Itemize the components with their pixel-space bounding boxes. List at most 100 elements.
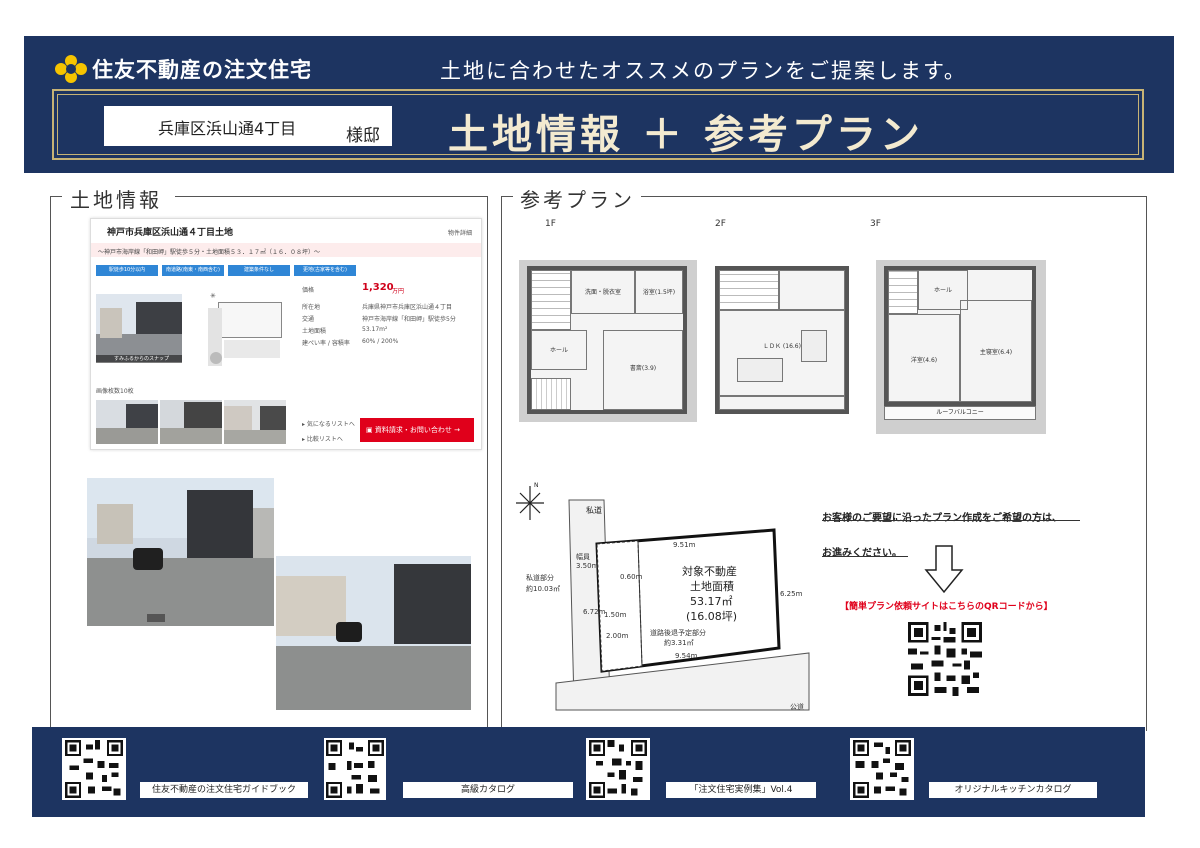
qr-code-kitchen[interactable] [853,740,911,798]
photo-caption: すみふるからのスナップ [114,356,170,362]
floorplan-3f: ホール 洋室(4.6) 主寝室(6.4) [884,266,1036,406]
dim-right: 6.25m [780,590,803,598]
detail-value-access: 神戸市海岸線「和田岬」駅徒歩5分 [362,316,456,323]
footer-label-kitchen[interactable]: オリジナルキッチンカタログ [929,782,1097,798]
floorplan-2f: ＬＤＫ (16.6) [715,266,849,414]
room-1f-bath: 浴室(1.5坪) [635,270,683,314]
compass-icon [516,486,544,520]
detail-value-ratio: 60% / 200% [362,338,399,345]
dim-setback: 0.60m [620,573,643,581]
tag-south-road: 南道路(南東・南西含む) [162,265,224,276]
gallery-label: 画像枚数10枚 [96,388,134,395]
inquiry-button-text: 資料請求・お問い合わせ [374,426,452,434]
page-title: 土地情報 ＋ 参考プラン [448,111,924,158]
dim-left: 6.72m [583,608,606,616]
site-plan: N [516,482,810,711]
detail-value-area: 53.17m² [362,326,388,333]
land-frame-top-right [175,196,488,197]
customer-suffix: 様邸 [346,126,380,146]
tag-vacant: 更地(古家等を含む) [294,265,356,276]
gallery-thumb-3[interactable] [224,400,286,444]
stair-3f [888,270,918,314]
cta-link[interactable]: 【簡単プラン依頼サイトはこちらのQRコードから】 [840,599,1053,612]
private-share-label: 私道部分 [526,574,554,582]
land-frame-top-left [50,196,62,197]
room-1f-study-label: 書斎(3.9) [629,365,657,372]
lot-title: 対象不動産 [682,565,737,578]
dim-150: 1.50m [604,611,627,619]
room-3f-western: 洋室(4.6) [888,314,960,402]
detail-key-access: 交通 [302,316,315,323]
setback-area: 約3.31㎡ [664,639,694,647]
room-3f-western-label: 洋室(4.6) [910,357,938,364]
plan-frame-top-left [501,196,513,197]
room-3f-master-label: 主寝室(6.4) [979,349,1013,356]
inquiry-button-label: ▣ 資料請求・お問い合わせ → [366,426,460,434]
sofa-2f [737,358,783,382]
balcony-2f [719,396,845,410]
lot-subtitle: 土地面積 [690,580,734,593]
lot-area-tsubo: (16.08坪) [686,610,738,623]
gallery-thumb-1[interactable] [96,400,158,444]
footer-label-examples[interactable]: 「注文住宅実例集」Vol.4 [666,782,816,798]
qr-code-plan[interactable] [908,622,982,696]
tag-station: 駅徒歩10分以内 [96,265,158,276]
qr-code-luxury[interactable] [326,740,384,798]
road-width: 3.50m [576,562,599,570]
room-3f-hall-label: ホール [933,287,952,294]
detail-value-address: 兵庫県神戸市兵庫区浜山通４丁目 [362,304,453,311]
entrance-1f [531,378,571,410]
dim-200: 2.00m [606,632,629,640]
footer-label-luxury[interactable]: 高級カタログ [403,782,573,798]
listing-main-photo[interactable] [96,294,182,362]
plan-frame-top-right [634,196,1147,197]
header-tagline: 土地に合わせたオススメのプランをご提案します。 [440,59,967,83]
favorite-link[interactable]: ▸ 気になるリストへ [302,419,355,428]
cta-line-1: お客様のご要望に沿ったプラン作成をご希望の方は、 [822,513,1062,524]
site-photo-1 [87,478,274,626]
plan-section-title: 参考プラン [514,184,641,213]
room-1f-study: 書斎(3.9) [603,330,683,410]
room-1f-hall: ホール [531,330,587,370]
cta-underline-2 [822,556,908,557]
room-1f-washroom-label: 洗面・脱衣室 [584,289,621,296]
detail-price-unit: 万円 [392,288,405,295]
private-share-area: 約10.03㎡ [526,585,561,593]
brand-logo-icon [55,55,87,83]
gallery-thumb-2[interactable] [160,400,222,444]
dim-top: 9.51m [673,541,696,549]
arrow-down-icon [924,545,964,594]
lot-area-m2: 53.17㎡ [690,595,733,608]
listing-heading[interactable]: 神戸市兵庫区浜山通４丁目土地 [107,225,233,238]
detail-key-area: 土地面積 [302,328,327,335]
room-2f-ldk-label: ＬＤＫ (16.6) [763,343,801,350]
detail-key-ratio: 建ぺい率 / 容積率 [302,340,350,347]
table-2f [801,330,827,362]
stair-2f [719,270,779,310]
qr-code-examples[interactable] [589,740,647,798]
svg-text:N: N [534,482,539,489]
compare-link-label: 比較リストへ [306,436,343,443]
tag-no-condition: 建築条件なし [228,265,290,276]
customer-name: 兵庫区浜山通4丁目 [158,119,297,138]
qr-code-guidebook[interactable] [65,740,123,798]
cta-underline-1 [822,520,1080,521]
dim-bottom: 9.54m [675,652,698,660]
footer-label-guidebook[interactable]: 住友不動産の注文住宅ガイドブック [140,782,308,798]
listing-map-thumbnail[interactable]: ✳ [198,288,286,370]
detail-key-address: 所在地 [302,304,321,311]
listing-detail-link[interactable]: 物件詳細 [448,228,472,237]
land-section-title: 土地情報 [64,184,168,213]
compare-link[interactable]: ▸ 比較リストへ [302,434,343,443]
floor-label-3f: 3F [870,219,881,229]
room-1f-hall-label: ホール [549,347,568,354]
stair-1f [531,270,571,330]
road-width-label: 幅員 [576,553,590,561]
listing-subline: ～神戸市海岸線「和田岬」駅徒歩５分・土地面積５３．１７㎡（１６．０８坪）～ [98,249,321,256]
detail-value-price: 1,320 [362,282,394,293]
roof-balcony: ルーフバルコニー [884,406,1036,420]
brand-name: 住友不動産の注文住宅 [92,58,312,82]
floor-label-2f: 2F [715,219,726,229]
private-road-label: 私道 [586,506,602,515]
storage-2f [779,270,845,310]
